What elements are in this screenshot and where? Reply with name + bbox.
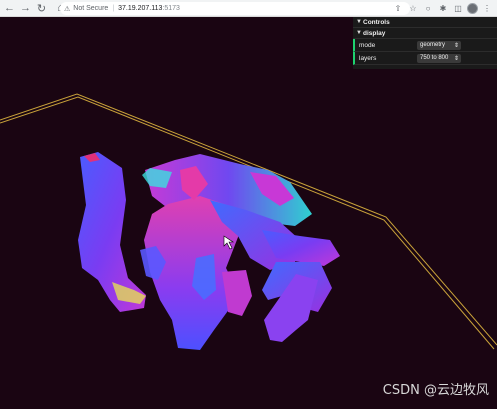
mode-label: mode xyxy=(359,41,376,49)
reload-icon[interactable]: ↻ xyxy=(35,2,48,15)
mode-value: geometry xyxy=(420,42,446,48)
warning-icon: ⚠ xyxy=(64,5,71,13)
chevron-down-icon: ▼ xyxy=(356,30,362,36)
controls-panel: ▼ Controls ▼ display mode geometry ⇕ lay… xyxy=(353,17,497,69)
layers-label: layers xyxy=(359,54,377,62)
layers-select[interactable]: 750 to 800 ⇕ xyxy=(417,53,461,63)
back-icon[interactable]: ← xyxy=(3,2,16,15)
share-icon[interactable]: ⇧ xyxy=(392,2,404,14)
sidebar-icon[interactable]: ◫ xyxy=(452,2,464,14)
select-arrows-icon: ⇕ xyxy=(453,55,459,62)
not-secure-label: Not Secure xyxy=(73,5,109,12)
browser-toolbar: ← → ↻ ⌂ ⚠ Not Secure | 37.19.207.113:517… xyxy=(0,0,497,17)
url-port: :5173 xyxy=(162,5,180,12)
address-bar[interactable]: ⚠ Not Secure | 37.19.207.113:5173 xyxy=(60,2,410,15)
render-canvas[interactable] xyxy=(0,17,497,409)
controls-title[interactable]: ▼ Controls xyxy=(353,17,497,28)
extension-circle-icon[interactable]: ○ xyxy=(422,2,434,14)
mode-select[interactable]: geometry ⇕ xyxy=(417,40,461,50)
controls-title-label: Controls xyxy=(363,18,390,26)
right-surface xyxy=(222,230,340,342)
mode-row: mode geometry ⇕ xyxy=(353,39,497,52)
forward-icon[interactable]: → xyxy=(19,2,32,15)
layers-row: layers 750 to 800 ⇕ xyxy=(353,52,497,65)
select-arrows-icon: ⇕ xyxy=(453,42,459,49)
left-surface xyxy=(78,152,146,312)
watermark: CSDN @云边牧风 xyxy=(382,383,489,398)
display-folder-label: display xyxy=(363,29,386,37)
star-icon[interactable]: ☆ xyxy=(407,2,419,14)
puzzle-icon[interactable]: ✱ xyxy=(437,2,449,14)
chevron-down-icon: ▼ xyxy=(356,19,362,25)
avatar[interactable] xyxy=(467,2,478,14)
panel-footer xyxy=(353,65,497,69)
menu-kebab-icon[interactable]: ⋮ xyxy=(481,2,493,14)
display-folder[interactable]: ▼ display xyxy=(353,28,497,39)
url-host: 37.19.207.113 xyxy=(118,5,163,12)
separator: | xyxy=(112,5,115,12)
scene-svg xyxy=(0,93,497,350)
layers-value: 750 to 800 xyxy=(420,55,449,61)
